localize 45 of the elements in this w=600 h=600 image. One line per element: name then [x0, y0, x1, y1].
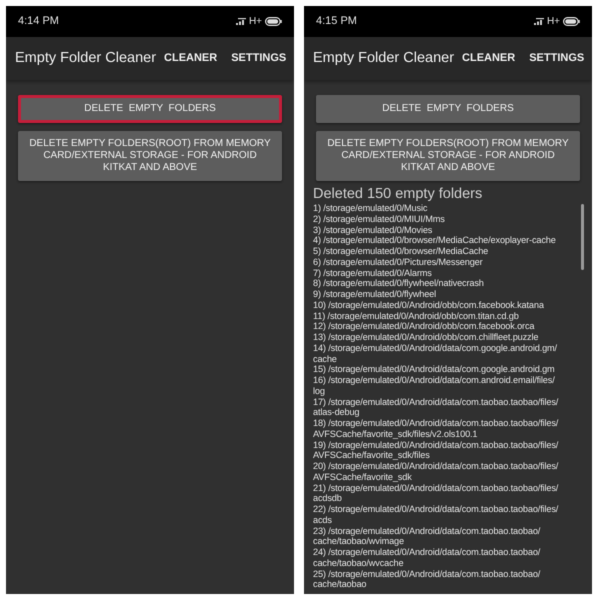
deleted-folder-entry: 22) /storage/emulated/0/Android/data/com.taobao.taobao/files/ acds: [313, 504, 560, 526]
action-button[interactable]: DELETE EMPTY FOLDERS: [316, 95, 580, 123]
deleted-folder-entry: 23) /storage/emulated/0/Android/data/com.taobao.taobao/ cache/taobao/wvimage: [313, 526, 542, 547]
app-title: Empty Folder Cleaner: [15, 48, 158, 68]
deleted-folder-entry: 4) /storage/emulated/0/browser/MediaCache/exoplayer-cache: [313, 235, 557, 246]
deleted-folder-entry: 10) /storage/emulated/0/Android/obb/com.facebook.katana: [313, 300, 545, 310]
battery-icon: [563, 17, 580, 26]
signal-icon: [236, 18, 246, 25]
menu-tab[interactable]: CLEANER: [462, 50, 516, 67]
deleted-folder-entry: 9) /storage/emulated/0/flywheel: [313, 289, 438, 300]
deleted-folder-entry: 8) /storage/emulated/0/flywheel/nativecrash: [313, 278, 485, 289]
app-title: Empty Folder Cleaner: [313, 48, 456, 68]
deleted-folder-entry: 5) /storage/emulated/0/browser/MediaCache: [313, 246, 490, 257]
deleted-folder-entry: 13) /storage/emulated/0/Android/obb/com.chillfleet.puzzle: [313, 332, 540, 343]
deleted-folder-entry: 7) /storage/emulated/0/Alarms: [313, 268, 433, 278]
menu-tab[interactable]: CLEANER: [164, 50, 218, 67]
deleted-folder-entry: 17) /storage/emulated/0/Android/data/com.taobao.taobao/files/ atlas-debug: [313, 396, 560, 418]
deleted-folder-entry: 12) /storage/emulated/0/Android/obb/com.facebook.orca: [313, 321, 536, 332]
network-type: H+: [248, 15, 262, 29]
action-button[interactable]: DELETE EMPTY FOLDERS(ROOT) FROM MEMORY CARD/EXTERNAL STORAGE - FOR ANDROID KITKAT AND ABOVE: [316, 131, 580, 181]
result-heading: Deleted 150 empty folders: [313, 185, 484, 203]
deleted-folder-entry: 11) /storage/emulated/0/Android/obb/com.titan.cd.gb: [313, 310, 520, 322]
action-button[interactable]: DELETE EMPTY FOLDERS(ROOT) FROM MEMORY CARD/EXTERNAL STORAGE - FOR ANDROID KITKAT AND ABOVE: [18, 131, 282, 181]
deleted-folder-entry: 19) /storage/emulated/0/Android/data/com.taobao.taobao/files/ AVFSCache/favorite_sdk/files: [313, 440, 560, 461]
deleted-folder-entry: 15) /storage/emulated/0/Android/data/com.google.android.gm: [313, 364, 556, 375]
deleted-folder-entry: 18) /storage/emulated/0/Android/data/com.taobao.taobao/files/ AVFSCache/favorite_sdk/files/v2.ols100.1: [313, 418, 560, 440]
status-time: 4:15 PM: [316, 14, 357, 30]
deleted-folder-entry: 2) /storage/emulated/0/MIUI/Mms: [313, 214, 446, 224]
battery-icon: [265, 17, 282, 26]
deleted-folder-entry: 1) /storage/emulated/0/Music: [313, 203, 428, 214]
status-time: 4:14 PM: [18, 14, 59, 30]
deleted-folder-entry: 16) /storage/emulated/0/Android/data/com.android.email/files/ log: [313, 375, 556, 396]
scrollbar: [581, 204, 584, 270]
menu-tab[interactable]: SETTINGS: [231, 50, 286, 67]
network-type: H+: [546, 15, 560, 29]
deleted-folder-entry: 6) /storage/emulated/0/Pictures/Messenger: [313, 256, 484, 268]
deleted-folder-entry: 24) /storage/emulated/0/Android/data/com.taobao.taobao/ cache/taobao/wvcache: [313, 547, 542, 568]
deleted-folder-entry: 20) /storage/emulated/0/Android/data/com.taobao.taobao/files/ AVFSCache/favorite_sdk: [313, 461, 560, 482]
deleted-folder-entry: 14) /storage/emulated/0/Android/data/com.google.android.gm/ cache: [313, 342, 558, 364]
menu-tab[interactable]: SETTINGS: [529, 50, 584, 67]
signal-icon: [534, 18, 544, 25]
deleted-folder-entry: 21) /storage/emulated/0/Android/data/com.taobao.taobao/files/ acdsdb: [313, 482, 560, 504]
deleted-folder-entry: 25) /storage/emulated/0/Android/data/com.taobao.taobao/ cache/taobao: [313, 568, 542, 590]
deleted-folder-entry: 3) /storage/emulated/0/Movies: [313, 224, 434, 236]
action-button[interactable]: DELETE EMPTY FOLDERS: [18, 95, 282, 123]
